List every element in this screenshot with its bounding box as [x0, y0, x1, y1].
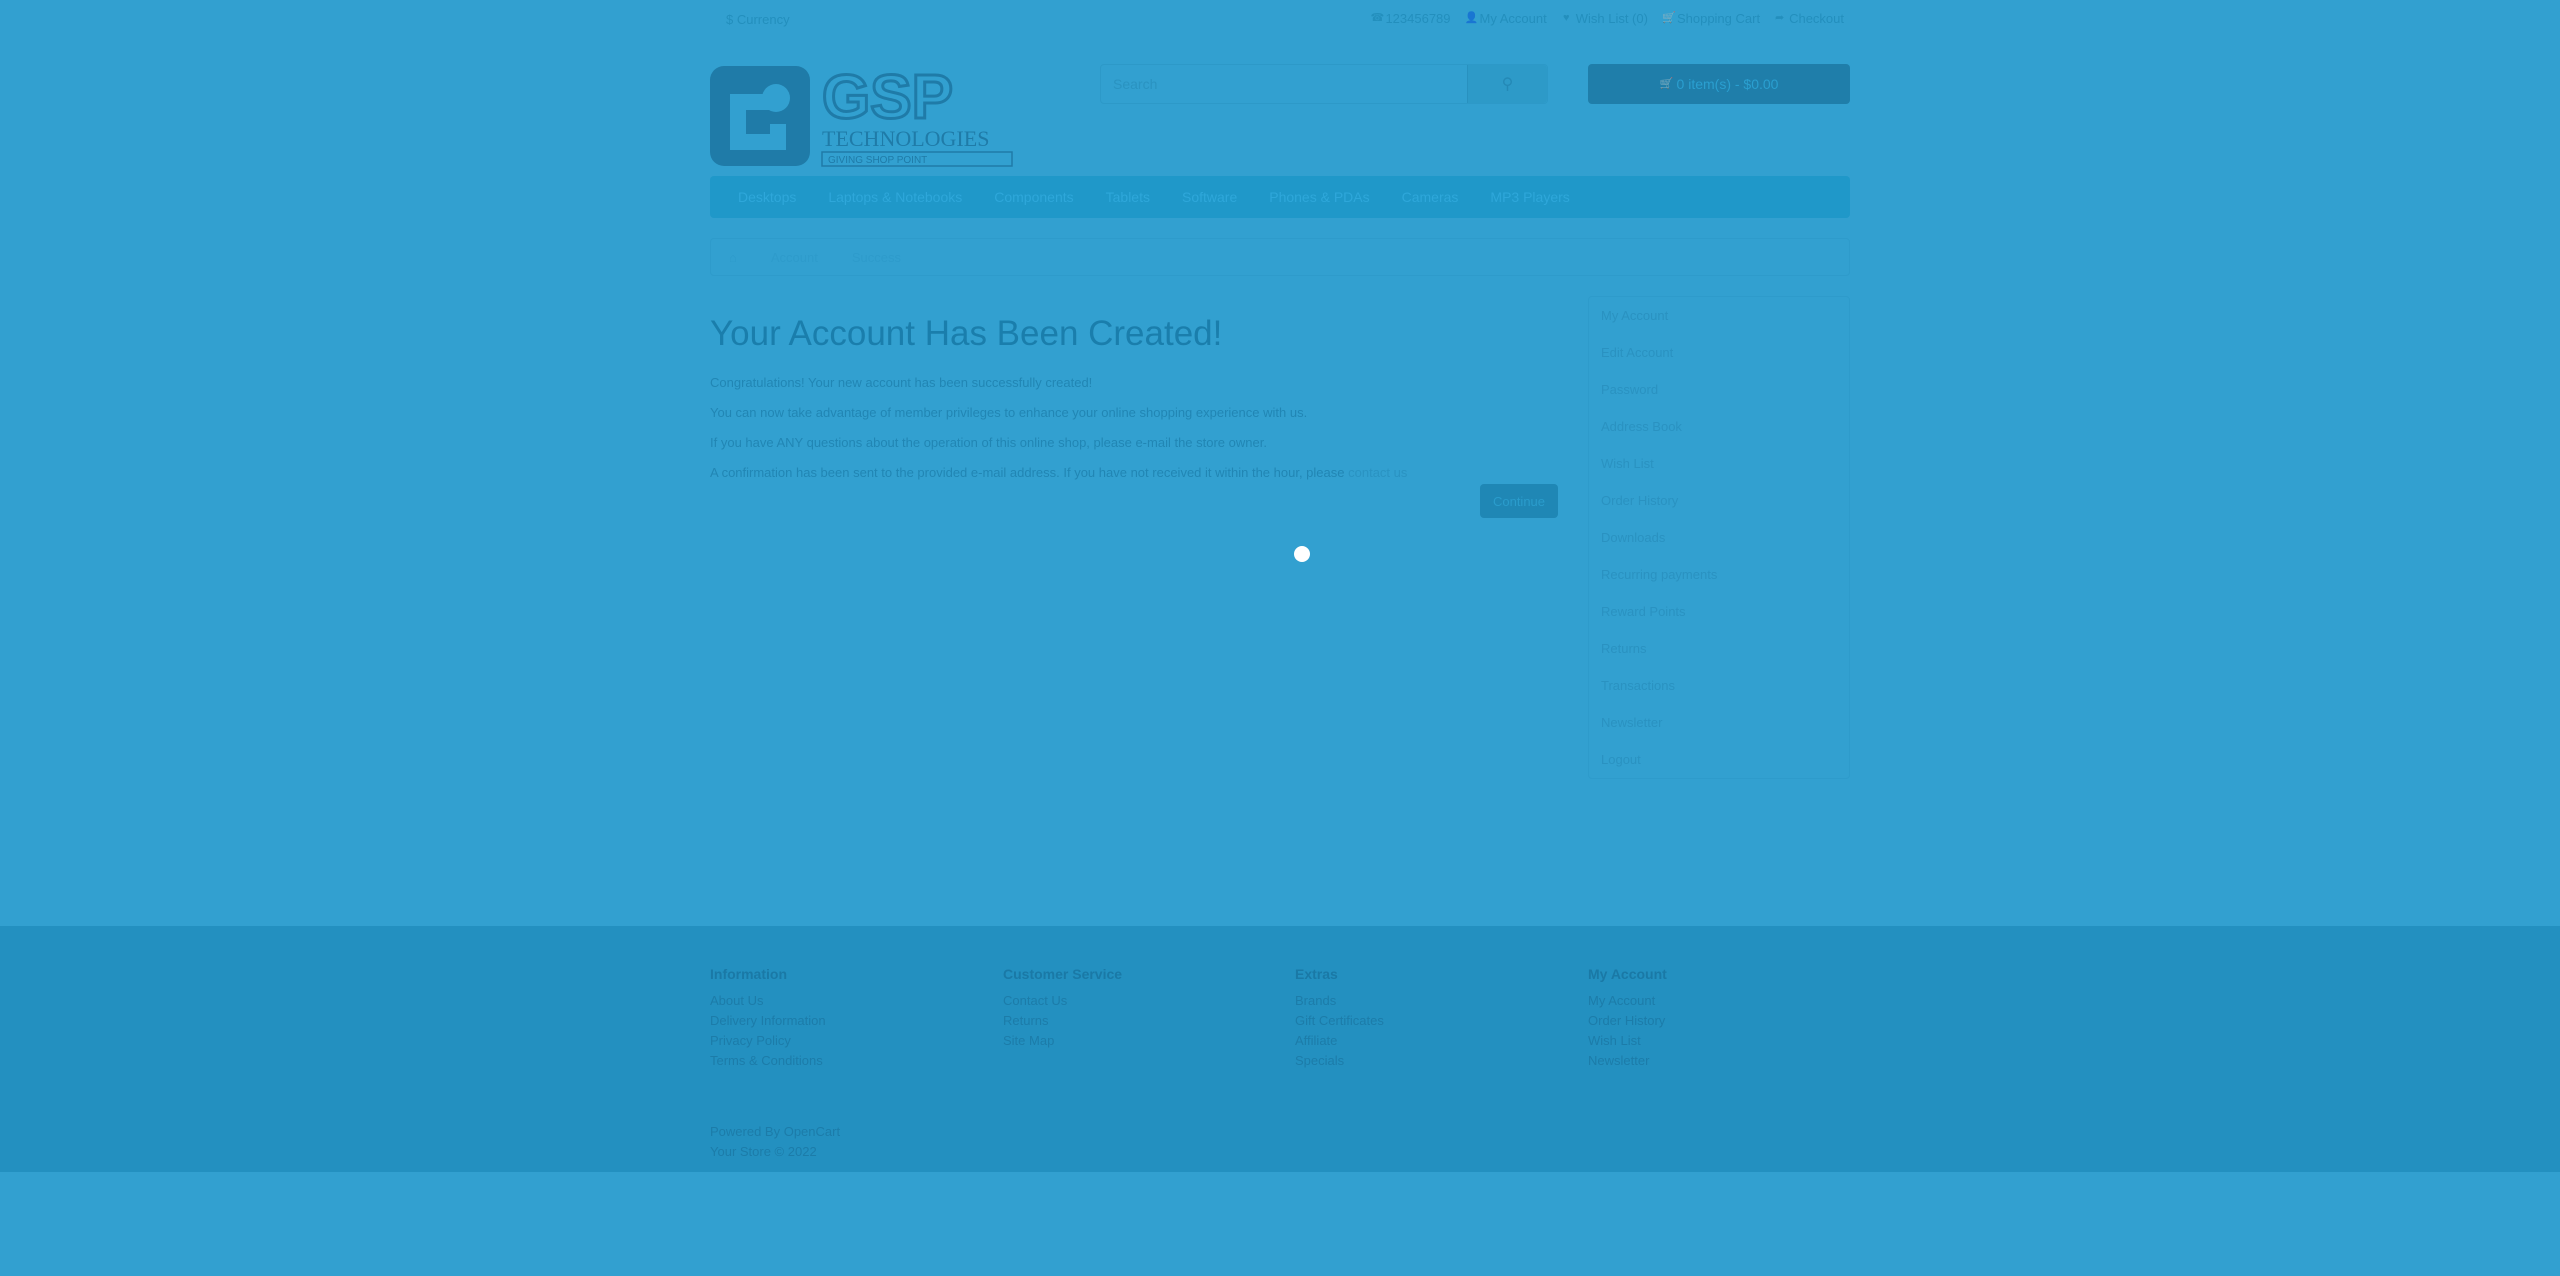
footer-link[interactable]: Privacy Policy [710, 1031, 990, 1051]
sidebar-item-newsletter[interactable]: Newsletter [1589, 704, 1849, 741]
menu-item-software[interactable]: Software [1182, 189, 1237, 205]
shopping-cart-link[interactable]: 🛒 Shopping Cart [1662, 11, 1760, 26]
sidebar-item-logout[interactable]: Logout [1589, 741, 1849, 778]
footer-link[interactable]: Returns [1003, 1011, 1283, 1031]
loading-indicator [1294, 546, 1310, 562]
footer-col-customer-service: Customer Service Contact Us Returns Site… [1003, 966, 1283, 1051]
footer: Information About Us Delivery Informatio… [0, 926, 2560, 1172]
sidebar-item-returns[interactable]: Returns [1589, 630, 1849, 667]
menu-item-cameras[interactable]: Cameras [1402, 189, 1459, 205]
footer-heading: Information [710, 966, 787, 982]
footer-link[interactable]: Wish List [1588, 1031, 1868, 1051]
sidebar-item-edit-account[interactable]: Edit Account [1589, 334, 1849, 371]
breadcrumb: ⌂ Account Success [710, 238, 1850, 276]
powered-by-text[interactable]: Powered By OpenCart [710, 1122, 840, 1142]
footer-link[interactable]: Site Map [1003, 1031, 1283, 1051]
phone-label: 123456789 [1385, 11, 1451, 26]
heart-icon: ♥ [1562, 12, 1570, 24]
phone-icon: ☎ [1370, 12, 1385, 24]
footer-link[interactable]: Specials [1295, 1051, 1575, 1071]
logo-text: GSP [822, 64, 953, 132]
search-box: ⚲ [1100, 64, 1548, 104]
top-bar: $ Currency ☎ 123456789 👤 My Account ♥ Wish … [710, 0, 1850, 40]
checkout-label: Checkout [1789, 11, 1844, 26]
footer-link[interactable]: Terms & Conditions [710, 1051, 990, 1071]
search-button[interactable]: ⚲ [1467, 65, 1547, 103]
footer-col-information: Information About Us Delivery Informatio… [710, 966, 990, 1071]
footer-link[interactable]: Brands [1295, 991, 1575, 1011]
share-icon: ➦ [1774, 12, 1785, 24]
message-congrats: Congratulations! Your new account has be… [710, 375, 1093, 390]
message-privileges: You can now take advantage of member pri… [710, 405, 1308, 420]
page-title: Your Account Has Been Created! [710, 314, 1223, 353]
footer-col-extras: Extras Brands Gift Certificates Affiliat… [1295, 966, 1575, 1071]
menu-item-phones[interactable]: Phones & PDAs [1269, 189, 1369, 205]
wish-list-link[interactable]: ♥ Wish List (0) [1561, 11, 1648, 26]
footer-link[interactable]: Newsletter [1588, 1051, 1868, 1071]
footer-col-my-account: My Account My Account Order History Wish… [1588, 966, 1868, 1071]
sidebar-item-wish-list[interactable]: Wish List [1589, 445, 1849, 482]
menu-item-tablets[interactable]: Tablets [1106, 189, 1150, 205]
menu-item-desktops[interactable]: Desktops [738, 189, 796, 205]
account-sidebar: My Account Edit Account Password Address… [1588, 296, 1850, 779]
message-questions: If you have ANY questions about the oper… [710, 435, 1267, 450]
sidebar-item-my-account[interactable]: My Account [1589, 297, 1849, 334]
breadcrumb-account[interactable]: Account [771, 250, 818, 265]
cart-icon: 🛒 [1659, 77, 1674, 90]
cart-total: 0 item(s) - $0.00 [1676, 76, 1779, 92]
phone-link[interactable]: ☎ 123456789 [1370, 11, 1450, 26]
top-links: ☎ 123456789 👤 My Account ♥ Wish List (0) 🛒 S… [1370, 11, 1844, 26]
footer-link[interactable]: Affiliate [1295, 1031, 1575, 1051]
message-confirmation: A confirmation has been sent to the prov… [710, 466, 1558, 480]
logo-tagline: GIVING SHOP POINT [828, 155, 927, 166]
menu-item-mp3[interactable]: MP3 Players [1490, 189, 1569, 205]
footer-link[interactable]: About Us [710, 991, 990, 1011]
footer-link[interactable]: Gift Certificates [1295, 1011, 1575, 1031]
menu-item-laptops[interactable]: Laptops & Notebooks [828, 189, 962, 205]
menu-item-components[interactable]: Components [994, 189, 1073, 205]
footer-link[interactable]: Delivery Information [710, 1011, 990, 1031]
contact-us-link[interactable]: contact us [1348, 465, 1407, 480]
breadcrumb-success[interactable]: Success [852, 250, 901, 265]
footer-link[interactable]: Order History [1588, 1011, 1868, 1031]
header: GSP TECHNOLOGIES GIVING SHOP POINT ⚲ 🛒 0… [710, 60, 1850, 170]
confirmation-text: A confirmation has been sent to the prov… [710, 465, 1345, 480]
copyright-text: Your Store © 2022 [710, 1144, 817, 1159]
footer-heading: Customer Service [1003, 966, 1123, 982]
cart-button[interactable]: 🛒 0 item(s) - $0.00 [1588, 64, 1850, 104]
user-icon: 👤 [1464, 12, 1479, 24]
sidebar-item-recurring[interactable]: Recurring payments [1589, 556, 1849, 593]
main-content: Your Account Has Been Created! Congratul… [710, 310, 1558, 518]
logo-subtext: TECHNOLOGIES [822, 126, 989, 151]
footer-link[interactable]: My Account [1588, 991, 1868, 1011]
sidebar-item-address-book[interactable]: Address Book [1589, 408, 1849, 445]
sidebar-item-password[interactable]: Password [1589, 371, 1849, 408]
sidebar-item-reward-points[interactable]: Reward Points [1589, 593, 1849, 630]
sidebar-item-transactions[interactable]: Transactions [1589, 667, 1849, 704]
main-menu: Desktops Laptops & Notebooks Components … [710, 176, 1850, 218]
footer-link[interactable]: Contact Us [1003, 991, 1283, 1011]
sidebar-item-downloads[interactable]: Downloads [1589, 519, 1849, 556]
search-icon: ⚲ [1501, 76, 1514, 93]
search-input[interactable] [1101, 65, 1471, 103]
footer-heading: My Account [1588, 966, 1667, 982]
my-account-label: My Account [1479, 11, 1547, 26]
footer-heading: Extras [1295, 966, 1338, 982]
store-logo[interactable]: GSP TECHNOLOGIES GIVING SHOP POINT [710, 64, 1014, 168]
my-account-link[interactable]: 👤 My Account [1465, 11, 1547, 26]
checkout-link[interactable]: ➦ Checkout [1774, 11, 1844, 26]
cart-icon: 🛒 [1661, 12, 1676, 24]
shopping-cart-label: Shopping Cart [1676, 11, 1761, 26]
home-icon[interactable]: ⌂ [729, 250, 737, 265]
currency-dropdown[interactable]: $ Currency [726, 12, 790, 27]
wish-list-label: Wish List (0) [1575, 11, 1648, 26]
powered-by: Powered By OpenCart Your Store © 2022 [710, 1122, 840, 1162]
continue-button[interactable]: Continue [1480, 484, 1558, 518]
sidebar-item-order-history[interactable]: Order History [1589, 482, 1849, 519]
